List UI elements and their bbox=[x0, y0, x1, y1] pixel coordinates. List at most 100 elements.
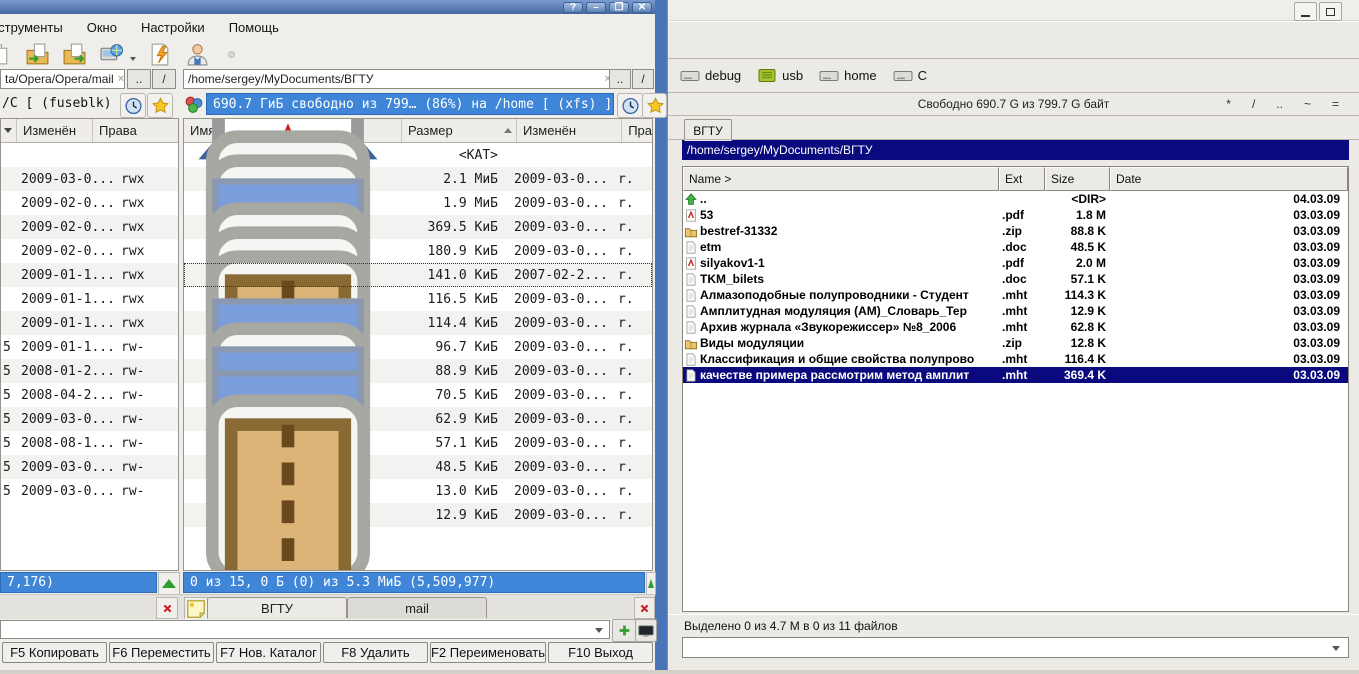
table-row[interactable]: 52008-04-2...rw- bbox=[1, 383, 178, 407]
close-icon[interactable]: × bbox=[114, 73, 125, 85]
ext-column-header[interactable]: Ext bbox=[999, 167, 1045, 191]
fkey-button-F10[interactable]: F10 Выход bbox=[548, 642, 653, 663]
minimize-button[interactable] bbox=[1294, 2, 1317, 21]
quick-button-*[interactable]: * bbox=[1224, 97, 1233, 111]
terminal-button[interactable] bbox=[635, 619, 657, 642]
maximize-button[interactable]: ❐ bbox=[609, 2, 629, 13]
tab-vgtu[interactable]: ВГТУ bbox=[684, 119, 732, 141]
right-window-titlebar[interactable] bbox=[668, 0, 1359, 21]
left-panel-address-field[interactable]: ta/Opera/Opera/mail × bbox=[0, 69, 125, 89]
file-row[interactable]: Алмазоподобные полупроводники - Студент.… bbox=[683, 287, 1348, 303]
size-column-header[interactable]: Size bbox=[1045, 167, 1110, 191]
table-row[interactable]: 52009-03-0...rw- bbox=[1, 407, 178, 431]
fkey-button-F7[interactable]: F7 Нов. Каталог bbox=[216, 642, 321, 663]
name-column-header[interactable]: Name > bbox=[683, 167, 999, 191]
chevron-down-icon[interactable] bbox=[1332, 646, 1340, 651]
fkey-button-F8[interactable]: F8 Удалить bbox=[323, 642, 428, 663]
drive-button-debug[interactable]: debug bbox=[680, 68, 741, 83]
add-button[interactable] bbox=[612, 619, 636, 642]
sort-column-header[interactable] bbox=[1, 119, 17, 142]
quick-button-~[interactable]: ~ bbox=[1302, 97, 1313, 111]
file-row[interactable]: Амплитудная модуляция (АМ)_Словарь_Тер.m… bbox=[683, 303, 1348, 319]
right-panel-address-field[interactable]: /home/sergey/MyDocuments/ВГТУ × bbox=[183, 69, 616, 89]
table-row[interactable]: 2009-01-1...rwx bbox=[1, 263, 178, 287]
file-row[interactable]: качестве примера рассмотрим метод амплит… bbox=[683, 367, 1348, 383]
file-row[interactable]: etm.doc48.5 K03.03.09 bbox=[683, 239, 1348, 255]
drive-button-home[interactable]: home bbox=[819, 68, 877, 83]
current-path-bar[interactable]: /home/sergey/MyDocuments/ВГТУ bbox=[682, 140, 1349, 160]
up-dir-button-right[interactable]: .. bbox=[609, 69, 631, 89]
bookmarks-icon[interactable] bbox=[642, 93, 667, 118]
table-row[interactable] bbox=[1, 143, 178, 167]
close-button[interactable]: ✕ bbox=[632, 2, 652, 13]
fkey-button-F5[interactable]: F5 Копировать bbox=[2, 642, 107, 663]
quick-button-/[interactable]: / bbox=[1250, 97, 1257, 111]
minimize-button[interactable]: – bbox=[586, 2, 606, 13]
folder-in-icon[interactable] bbox=[25, 42, 50, 67]
root-dir-button-right[interactable]: / bbox=[632, 69, 654, 89]
file-row[interactable]: Классификация и общие свойства полупрово… bbox=[683, 351, 1348, 367]
left-media-button[interactable]: /C [ (fuseblk) ] bbox=[2, 96, 127, 111]
modified-column-header[interactable]: Изменён bbox=[517, 119, 622, 142]
network-icon[interactable] bbox=[99, 42, 124, 67]
chevron-down-icon[interactable] bbox=[595, 628, 603, 633]
file-row[interactable]: Виды модуляции.zip12.9 КиБ2009-03-0...r. bbox=[184, 503, 652, 527]
media-devices-icon[interactable] bbox=[184, 95, 204, 115]
right-media-button[interactable]: 690.7 ГиБ свободно из 799… (86%) на /hom… bbox=[206, 93, 614, 115]
file-row[interactable]: Виды модуляции.zip12.8 K03.03.09 bbox=[683, 335, 1348, 351]
file-row[interactable]: 53.pdf1.8 M03.03.09 bbox=[683, 207, 1348, 223]
panel-tab-mail[interactable]: mail bbox=[347, 597, 487, 618]
bookmarks-icon[interactable] bbox=[147, 93, 173, 118]
permissions-column-header[interactable]: Пра bbox=[622, 119, 652, 142]
close-tab-button-right[interactable] bbox=[634, 597, 655, 619]
table-row[interactable]: 52008-08-1...rw- bbox=[1, 431, 178, 455]
drive-button-C[interactable]: C bbox=[893, 68, 927, 83]
permissions-column-header[interactable]: Права bbox=[93, 119, 178, 142]
menu-item-Настройки[interactable]: Настройки bbox=[141, 20, 205, 35]
table-row[interactable]: 52009-03-0...rw- bbox=[1, 479, 178, 503]
command-line-input[interactable] bbox=[682, 637, 1349, 658]
date-column-header[interactable]: Date bbox=[1110, 167, 1348, 191]
quick-button-=[interactable]: = bbox=[1330, 97, 1341, 111]
quick-button-..[interactable]: .. bbox=[1274, 97, 1285, 111]
table-row[interactable]: 2009-03-0...rwx bbox=[1, 167, 178, 191]
sync-icon[interactable] bbox=[148, 42, 173, 67]
maximize-button[interactable] bbox=[1319, 2, 1342, 21]
fkey-button-F6[interactable]: F6 Переместить bbox=[109, 642, 214, 663]
copy-icon[interactable] bbox=[0, 42, 13, 67]
size-column-header[interactable]: Размер bbox=[402, 119, 517, 142]
menu-item-нструменты[interactable]: нструменты bbox=[0, 20, 63, 35]
table-row[interactable]: 52008-01-2...rw- bbox=[1, 359, 178, 383]
user-icon[interactable] bbox=[185, 42, 210, 67]
fkey-button-F2[interactable]: F2 Переименовать bbox=[430, 642, 546, 663]
file-row[interactable]: ..<DIR>04.03.09 bbox=[683, 191, 1348, 207]
history-icon[interactable] bbox=[120, 93, 146, 118]
table-row[interactable]: 2009-01-1...rwx bbox=[1, 287, 178, 311]
table-row[interactable]: 2009-01-1...rwx bbox=[1, 311, 178, 335]
close-tab-button-left[interactable] bbox=[156, 597, 178, 619]
folder-out-icon[interactable] bbox=[62, 42, 87, 67]
table-row[interactable]: 2009-02-0...rwx bbox=[1, 239, 178, 263]
help-titlebar-button[interactable]: ? bbox=[563, 2, 583, 13]
table-row[interactable]: 2009-02-0...rwx bbox=[1, 191, 178, 215]
panel-tab-ВГТУ[interactable]: ВГТУ bbox=[207, 597, 347, 618]
menu-item-Окно[interactable]: Окно bbox=[87, 20, 117, 35]
modified-column-header[interactable]: Изменён bbox=[17, 119, 93, 142]
history-icon[interactable] bbox=[617, 93, 643, 118]
command-line-input[interactable] bbox=[0, 620, 610, 639]
new-tab-icon[interactable] bbox=[184, 597, 208, 620]
menu-item-Помощь[interactable]: Помощь bbox=[229, 20, 279, 35]
file-row[interactable]: TKM_bilets.doc57.1 K03.03.09 bbox=[683, 271, 1348, 287]
file-row[interactable]: bestref-31332.zip88.8 K03.03.09 bbox=[683, 223, 1348, 239]
drive-button-usb[interactable]: usb bbox=[757, 68, 803, 83]
left-panel-totals-button[interactable] bbox=[158, 572, 180, 595]
table-row[interactable]: 52009-01-1...rw- bbox=[1, 335, 178, 359]
table-row[interactable]: 2009-02-0...rwx bbox=[1, 215, 178, 239]
dropdown-caret-icon[interactable] bbox=[130, 57, 136, 61]
right-panel-totals-button[interactable] bbox=[646, 572, 656, 595]
file-row[interactable]: silyakov1-1.pdf2.0 M03.03.09 bbox=[683, 255, 1348, 271]
up-dir-button-left[interactable]: .. bbox=[127, 69, 151, 89]
table-row[interactable]: 52009-03-0...rw- bbox=[1, 455, 178, 479]
left-window-titlebar[interactable]: ? – ❐ ✕ bbox=[0, 0, 655, 14]
file-row[interactable]: Архив журнала «Звукорежиссер» №8_2006.mh… bbox=[683, 319, 1348, 335]
